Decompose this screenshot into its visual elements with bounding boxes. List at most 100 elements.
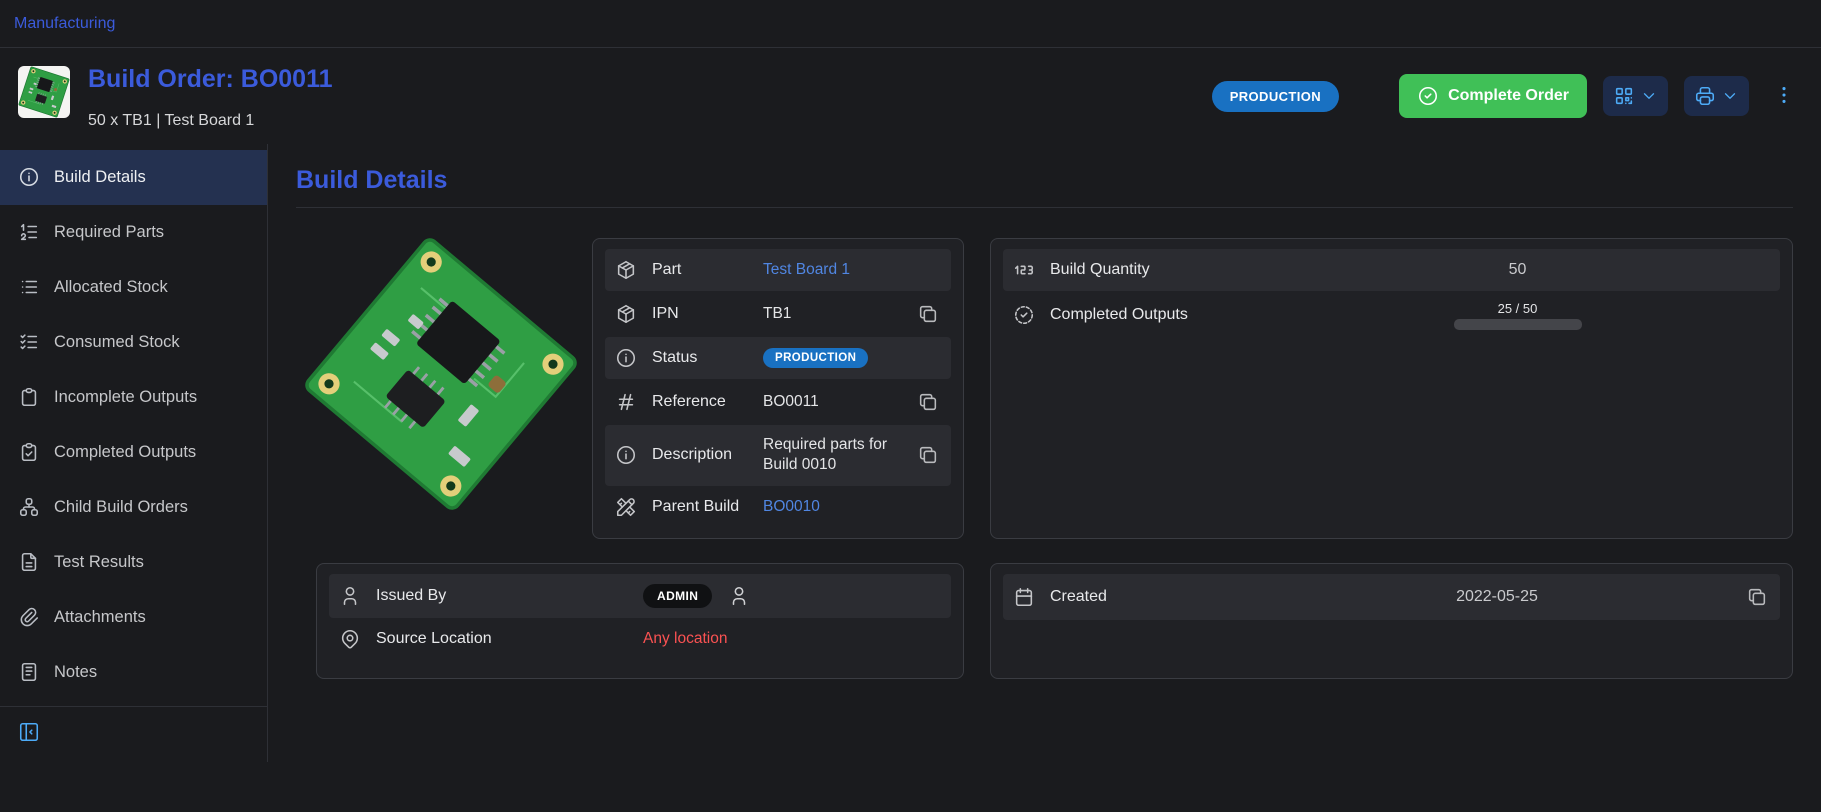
header-actions: PRODUCTION Complete Order	[1212, 66, 1799, 118]
row-label: Status	[652, 349, 748, 367]
sidebar-collapse-button[interactable]	[18, 721, 40, 746]
page-title: Build Order: BO0011	[88, 66, 333, 94]
row-label: Completed Outputs	[1050, 306, 1250, 324]
sidebar-collapse-icon	[18, 721, 40, 743]
complete-order-label: Complete Order	[1448, 87, 1569, 105]
table-row-completed-outputs: Completed Outputs 25 / 50	[1003, 291, 1780, 340]
list-numbers-icon	[18, 221, 40, 243]
clipboard-icon	[18, 386, 40, 408]
sitemap-icon	[18, 496, 40, 518]
sidebar-item-label: Allocated Stock	[54, 278, 168, 297]
table-row-build-quantity: Build Quantity 50	[1003, 249, 1780, 291]
pcb-image[interactable]	[292, 224, 591, 523]
row-label: Parent Build	[652, 498, 748, 516]
sidebar-item-completed-outputs[interactable]: Completed Outputs	[0, 425, 267, 480]
row-label: Created	[1050, 588, 1250, 606]
user-icon	[728, 585, 750, 607]
row-label: Issued By	[376, 587, 628, 605]
status-badge: PRODUCTION	[763, 348, 868, 368]
created-card: Created 2022-05-25	[990, 563, 1793, 679]
row-label: Part	[652, 261, 748, 279]
header-left: Build Order: BO0011 50 x TB1 | Test Boar…	[18, 66, 333, 130]
list-icon	[18, 276, 40, 298]
tools-icon	[615, 496, 637, 518]
status-badge: PRODUCTION	[1212, 81, 1339, 112]
info-circle-icon	[615, 347, 637, 369]
sidebar-item-label: Required Parts	[54, 223, 164, 242]
copy-button[interactable]	[915, 389, 941, 415]
breadcrumb-link-manufacturing[interactable]: Manufacturing	[14, 15, 115, 33]
list-check-icon	[18, 331, 40, 353]
page-header: Build Order: BO0011 50 x TB1 | Test Boar…	[0, 48, 1821, 144]
sidebar-item-label: Completed Outputs	[54, 443, 196, 462]
table-row-created: Created 2022-05-25	[1003, 574, 1780, 620]
map-pin-icon	[339, 628, 361, 650]
sidebar-item-label: Notes	[54, 663, 97, 682]
file-report-icon	[18, 551, 40, 573]
source-location-value: Any location	[643, 630, 941, 648]
sidebar-item-consumed-stock[interactable]: Consumed Stock	[0, 315, 267, 370]
sidebar-item-allocated-stock[interactable]: Allocated Stock	[0, 260, 267, 315]
numbers-123-icon	[1013, 259, 1035, 281]
table-row-issued-by: Issued By ADMIN	[329, 574, 951, 618]
details-left-column: Part Test Board 1 IPN TB1	[316, 238, 964, 680]
copy-button[interactable]	[915, 442, 941, 468]
dots-vertical-icon	[1773, 84, 1795, 106]
copy-button[interactable]	[1744, 584, 1770, 610]
sidebar-item-notes[interactable]: Notes	[0, 645, 267, 700]
heading-divider	[296, 207, 1793, 208]
sidebar-item-label: Test Results	[54, 553, 144, 572]
table-row-parent-build: Parent Build BO0010	[605, 486, 951, 528]
ipn-value: TB1	[763, 305, 900, 323]
sidebar-item-build-details[interactable]: Build Details	[0, 150, 267, 205]
row-label: Reference	[652, 393, 748, 411]
pcb-thumbnail-image	[18, 66, 70, 118]
issued-by-cell: ADMIN	[643, 584, 941, 608]
build-details-card: Part Test Board 1 IPN TB1	[592, 238, 964, 540]
copy-icon	[917, 391, 939, 413]
print-actions-button[interactable]	[1684, 76, 1749, 116]
content: Build Details Required Parts Allocated S…	[0, 144, 1821, 762]
details-right-column: Build Quantity 50 Completed Outputs 25 /…	[990, 238, 1793, 680]
parent-build-link[interactable]: BO0010	[763, 498, 941, 516]
sidebar-item-test-results[interactable]: Test Results	[0, 535, 267, 590]
reference-value: BO0011	[763, 393, 900, 411]
table-row-status: Status PRODUCTION	[605, 337, 951, 379]
sidebar-item-attachments[interactable]: Attachments	[0, 590, 267, 645]
copy-icon	[1746, 586, 1768, 608]
main-panel: Build Details Part Test Board 1	[268, 144, 1821, 762]
table-row-reference: Reference BO0011	[605, 379, 951, 425]
barcode-actions-button[interactable]	[1603, 76, 1668, 116]
admin-badge: ADMIN	[643, 584, 712, 608]
sidebar-item-incomplete-outputs[interactable]: Incomplete Outputs	[0, 370, 267, 425]
breadcrumb: Manufacturing	[0, 0, 1821, 48]
progress-check-icon	[1013, 304, 1035, 326]
chevron-down-icon	[1721, 87, 1739, 105]
panel-heading: Build Details	[296, 166, 1793, 195]
row-label: Description	[652, 446, 748, 464]
progress: 25 / 50	[1454, 301, 1582, 330]
sidebar-item-label: Incomplete Outputs	[54, 388, 197, 407]
table-row-source-location: Source Location Any location	[329, 618, 951, 660]
table-row-description: Description Required parts for Build 001…	[605, 425, 951, 487]
copy-icon	[917, 444, 939, 466]
hash-icon	[615, 391, 637, 413]
circle-check-icon	[1417, 85, 1439, 107]
row-label: IPN	[652, 305, 748, 323]
details-top-row: Part Test Board 1 IPN TB1	[316, 238, 964, 540]
qr-code-icon	[1613, 85, 1635, 107]
sidebar-item-required-parts[interactable]: Required Parts	[0, 205, 267, 260]
part-thumbnail[interactable]	[18, 66, 70, 118]
sidebar-footer	[0, 706, 267, 762]
copy-button[interactable]	[915, 301, 941, 327]
progress-label: 25 / 50	[1498, 301, 1538, 316]
sidebar: Build Details Required Parts Allocated S…	[0, 144, 268, 762]
calendar-icon	[1013, 586, 1035, 608]
issued-card: Issued By ADMIN Source Location Any loca…	[316, 563, 964, 679]
sidebar-item-child-build-orders[interactable]: Child Build Orders	[0, 480, 267, 535]
complete-order-button[interactable]: Complete Order	[1399, 74, 1587, 118]
part-link[interactable]: Test Board 1	[763, 261, 941, 279]
more-actions-button[interactable]	[1769, 80, 1799, 113]
row-label: Build Quantity	[1050, 261, 1250, 279]
info-circle-icon	[615, 444, 637, 466]
